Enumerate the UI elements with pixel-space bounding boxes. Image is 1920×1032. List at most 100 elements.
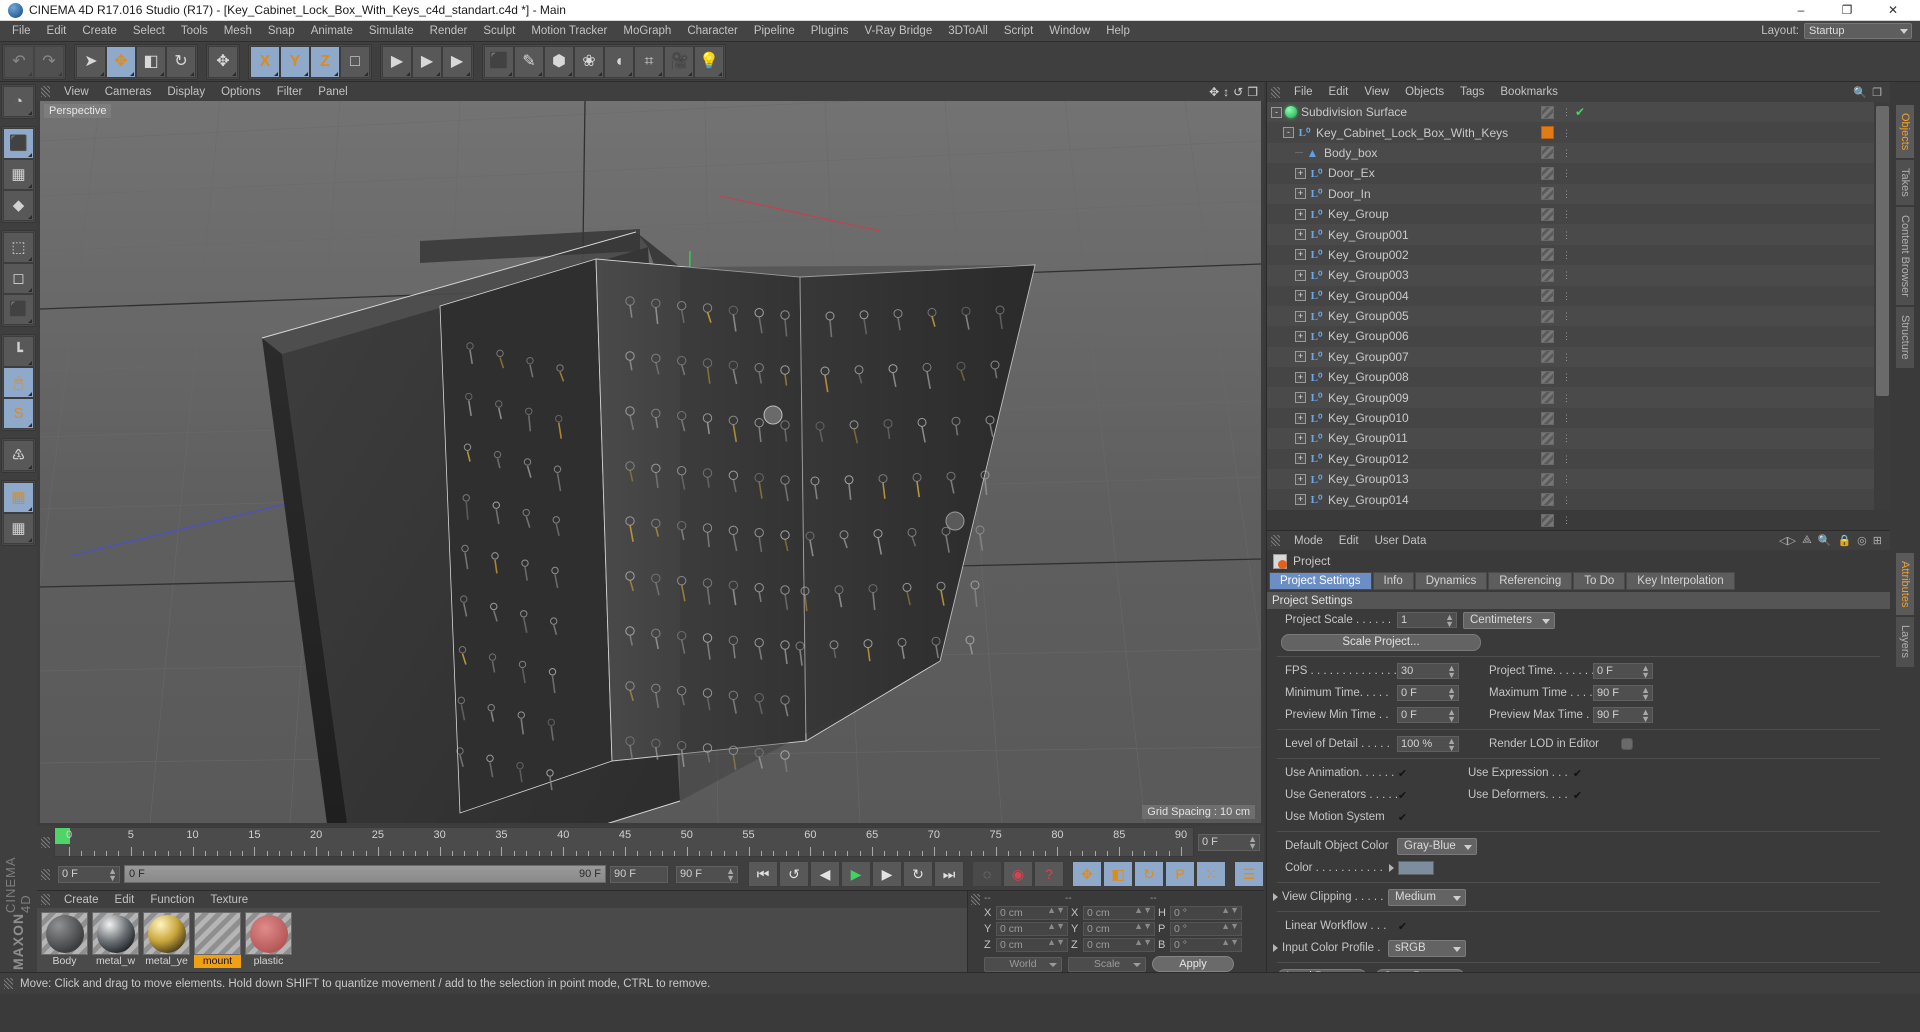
minimum-time-input[interactable]: 0 F ▲ ▼: [1397, 685, 1459, 701]
tree-expander-icon[interactable]: +: [1295, 453, 1306, 464]
rail-tab-takes[interactable]: Takes: [1895, 159, 1915, 206]
tree-expander-icon[interactable]: +: [1295, 413, 1306, 424]
object-tree-row[interactable]: + L⁰ Key_Group006: [1267, 326, 1531, 346]
rail-tab-layers[interactable]: Layers: [1895, 616, 1915, 667]
key-parameter-button[interactable]: P: [1165, 861, 1195, 887]
object-tag-dots-icon[interactable]: ⋮: [1562, 355, 1567, 359]
object-tag-dots-icon[interactable]: ⋮: [1562, 498, 1567, 502]
start-frame-input[interactable]: 0 F ▲ ▼: [58, 866, 120, 883]
menu-item-snap[interactable]: Snap: [260, 23, 303, 39]
spinner-icon[interactable]: ▲▼: [1047, 939, 1065, 946]
tree-expander-icon[interactable]: +: [1295, 474, 1306, 485]
menu-item-mesh[interactable]: Mesh: [216, 23, 260, 39]
previous-key-button[interactable]: ↺: [779, 861, 809, 887]
object-tree-row[interactable]: + L⁰ Key_Group005: [1267, 306, 1531, 326]
lock-selection-button[interactable]: ▦: [3, 482, 34, 513]
viewport-menu-item-options[interactable]: Options: [213, 85, 269, 99]
object-layer-swatch[interactable]: [1541, 514, 1554, 527]
object-menu-item-bookmarks[interactable]: Bookmarks: [1492, 85, 1566, 99]
object-tag-dots-icon[interactable]: ⋮: [1562, 334, 1567, 338]
use-motion-system-checkbox[interactable]: [1397, 812, 1408, 823]
object-manager-scroll-track[interactable]: [1874, 102, 1891, 510]
end-frame-input[interactable]: 90 F ▲ ▼: [676, 866, 738, 883]
material-preview[interactable]: [92, 912, 139, 955]
object-menu-item-objects[interactable]: Objects: [1397, 85, 1452, 99]
move-view-icon[interactable]: ✥: [1209, 85, 1219, 99]
add-spline-button[interactable]: ✎: [514, 46, 544, 78]
project-scale-unit-dropdown[interactable]: Centimeters: [1463, 612, 1555, 629]
object-menu-item-view[interactable]: View: [1356, 85, 1397, 99]
viewport-menu-item-display[interactable]: Display: [159, 85, 213, 99]
menu-item-edit[interactable]: Edit: [39, 23, 75, 39]
layout-dropdown[interactable]: Startup: [1804, 23, 1912, 39]
material-item[interactable]: mount: [194, 912, 241, 973]
material-name[interactable]: metal_w: [92, 955, 139, 968]
spinner-icon[interactable]: ▲▼: [1047, 923, 1065, 930]
use-generators-checkbox[interactable]: [1397, 790, 1408, 801]
minimize-button[interactable]: –: [1778, 0, 1824, 21]
expand-arrow-icon[interactable]: [1273, 944, 1278, 952]
position-y-input[interactable]: 0 cm ▲▼: [996, 922, 1068, 936]
tree-expander-icon[interactable]: -: [1283, 127, 1294, 138]
render-region-button[interactable]: ▶: [412, 46, 442, 78]
attribute-tab-info[interactable]: Info: [1373, 572, 1414, 590]
object-tag-dots-icon[interactable]: ⋮: [1562, 457, 1567, 461]
object-tag-dots-icon[interactable]: ⋮: [1562, 171, 1567, 175]
snap-button[interactable]: S: [3, 398, 34, 429]
move-tool-button[interactable]: ✥: [106, 46, 136, 78]
redo-button[interactable]: ↷: [34, 46, 64, 78]
object-tree-row[interactable]: + L⁰ Key_Group001: [1267, 224, 1531, 244]
panel-grip-icon[interactable]: [1271, 535, 1280, 546]
object-tree-row[interactable]: - Subdivision Surface: [1267, 102, 1531, 122]
pan-view-icon[interactable]: ↕: [1223, 85, 1229, 99]
spinner-icon[interactable]: ▲▼: [1447, 665, 1456, 679]
y-axis-lock-button[interactable]: Y: [280, 46, 310, 78]
object-enabled-check-icon[interactable]: ✔: [1575, 105, 1585, 119]
tree-expander-icon[interactable]: +: [1295, 433, 1306, 444]
world-coordinates-button[interactable]: ✥: [208, 46, 238, 78]
add-light-button[interactable]: 💡: [694, 46, 724, 78]
object-layer-swatch[interactable]: [1541, 289, 1554, 302]
tree-expander-icon[interactable]: +: [1295, 270, 1306, 281]
material-preview[interactable]: [194, 912, 241, 955]
spinner-icon[interactable]: ▲▼: [1641, 687, 1650, 701]
object-layer-swatch[interactable]: [1541, 391, 1554, 404]
close-button[interactable]: ✕: [1870, 0, 1916, 21]
object-layer-swatch[interactable]: [1541, 146, 1554, 159]
current-frame-input[interactable]: 0 F ▲ ▼: [1198, 834, 1260, 851]
panel-grip-icon[interactable]: [1271, 87, 1280, 98]
object-tree-row[interactable]: + L⁰ Key_Group: [1267, 204, 1531, 224]
maximize-view-icon[interactable]: ❐: [1247, 85, 1258, 99]
expand-icon[interactable]: ❐: [1872, 86, 1882, 99]
position-x-input[interactable]: 0 cm ▲▼: [996, 906, 1068, 920]
back-forward-icon[interactable]: ◁▷: [1779, 534, 1796, 547]
spinner-icon[interactable]: ▲▼: [1221, 907, 1239, 914]
object-tree-row[interactable]: + L⁰ Key_Group009: [1267, 387, 1531, 407]
object-layer-swatch[interactable]: [1541, 269, 1554, 282]
polygons-mode-button[interactable]: ⬛: [3, 294, 34, 325]
object-layer-swatch[interactable]: [1541, 106, 1554, 119]
viewport-menu-item-filter[interactable]: Filter: [269, 85, 311, 99]
tree-expander-icon[interactable]: +: [1295, 494, 1306, 505]
render-lod-checkbox[interactable]: [1621, 738, 1633, 750]
spinner-icon[interactable]: ▲▼: [726, 868, 735, 882]
make-editable-button[interactable]: ◔: [3, 86, 34, 117]
size-y-input[interactable]: 0 cm ▲▼: [1083, 922, 1155, 936]
rail-tab-content-browser[interactable]: Content Browser: [1895, 206, 1915, 306]
axis-mode-button[interactable]: ┗: [3, 336, 34, 367]
object-layer-swatch[interactable]: [1541, 248, 1554, 261]
add-generator-button[interactable]: ⬢: [544, 46, 574, 78]
select-tool-button[interactable]: ➤: [76, 46, 106, 78]
attribute-menu-item-edit[interactable]: Edit: [1331, 534, 1367, 548]
spinner-icon[interactable]: ▲▼: [1047, 907, 1065, 914]
use-animation-checkbox[interactable]: [1397, 768, 1408, 779]
scale-project-button[interactable]: Scale Project...: [1281, 634, 1481, 651]
panel-grip-icon[interactable]: [971, 894, 980, 905]
coordinate-system-dropdown[interactable]: World: [984, 957, 1062, 972]
spinner-icon[interactable]: ▲▼: [1134, 939, 1152, 946]
points-mode-button[interactable]: ⬚: [3, 232, 34, 263]
viewport-solo-button[interactable]: 🖱: [3, 367, 34, 398]
object-menu-item-file[interactable]: File: [1286, 85, 1321, 99]
material-preview[interactable]: [143, 912, 190, 955]
material-item[interactable]: metal_w: [92, 912, 139, 973]
